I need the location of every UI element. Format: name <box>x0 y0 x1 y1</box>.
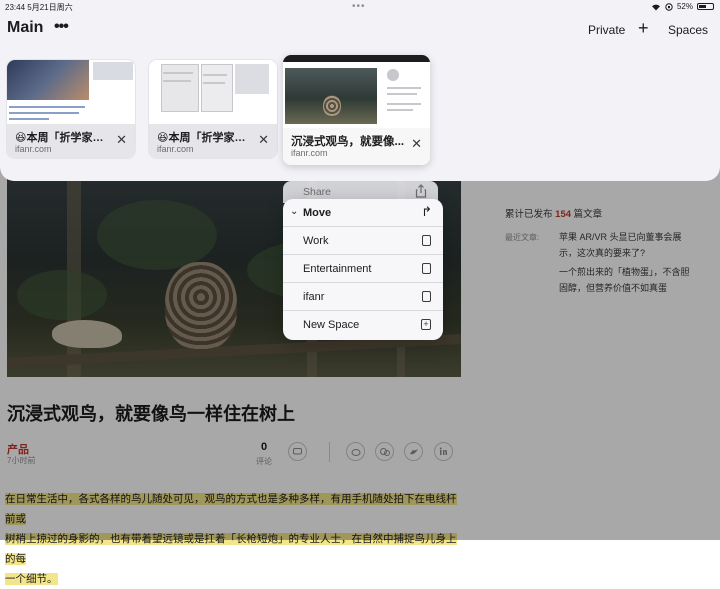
tab-thumbnail <box>7 60 135 124</box>
move-submenu: ⌄ Move ↱ Work Entertainment ifanr New Sp… <box>283 199 443 340</box>
orientation-lock-icon <box>665 2 673 11</box>
multitasking-dots-icon[interactable]: ••• <box>352 1 366 12</box>
space-option-entertainment[interactable]: Entertainment <box>283 255 443 283</box>
close-tab-icon[interactable]: ✕ <box>411 136 422 152</box>
battery-icon <box>697 3 714 10</box>
paragraph-line: 一个细节。 <box>5 573 58 585</box>
tab-card[interactable]: 😆本周「折学家」... ifanr.com ✕ <box>7 60 135 158</box>
space-option-label: Work <box>303 235 329 247</box>
chevron-down-icon: ⌄ <box>290 206 299 217</box>
tab-domain: ifanr.com <box>157 144 194 154</box>
move-label: Move <box>303 207 332 219</box>
tab-domain: ifanr.com <box>291 148 328 158</box>
tab-domain: ifanr.com <box>15 144 52 154</box>
share-label: Share <box>303 186 332 198</box>
tab-thumbnail <box>149 60 277 124</box>
tablet-icon <box>422 291 431 302</box>
wifi-icon <box>651 4 660 10</box>
battery-percent: 52% <box>676 2 693 11</box>
status-indicators: 52% <box>651 2 714 11</box>
tablet-icon <box>422 263 431 274</box>
new-tab-button[interactable]: + <box>638 18 649 39</box>
spaces-button[interactable]: Spaces <box>668 23 708 37</box>
tablet-icon <box>422 235 431 246</box>
close-tab-icon[interactable]: ✕ <box>116 132 127 148</box>
tab-card-selected[interactable]: 沉浸式观鸟，就要像... ifanr.com ✕ <box>283 55 430 165</box>
tab-title: 😆本周「折学家」... <box>157 132 253 144</box>
tab-card[interactable]: 😆本周「折学家」... ifanr.com ✕ <box>149 60 277 158</box>
tab-overview-panel: 23:44 5月21日周六 ••• 52% Main ••• Private +… <box>0 0 720 181</box>
space-option-label: Entertainment <box>303 263 372 275</box>
private-button[interactable]: Private <box>588 23 625 37</box>
tab-thumbnail <box>283 55 430 128</box>
more-options-button[interactable]: ••• <box>54 18 69 36</box>
space-option-work[interactable]: Work <box>283 227 443 255</box>
space-option-label: ifanr <box>303 291 325 303</box>
space-option-label: New Space <box>303 319 360 331</box>
space-title[interactable]: Main <box>7 19 43 37</box>
close-tab-icon[interactable]: ✕ <box>258 132 269 148</box>
space-option-ifanr[interactable]: ifanr <box>283 283 443 311</box>
move-menu-header[interactable]: ⌄ Move ↱ <box>283 199 443 227</box>
new-space-option[interactable]: New Space + <box>283 311 443 339</box>
tab-title: 沉浸式观鸟，就要像... <box>291 136 405 148</box>
share-icon <box>415 184 427 198</box>
status-time: 23:44 5月21日周六 <box>5 3 73 12</box>
move-arrow-icon: ↱ <box>421 204 432 219</box>
tab-title: 😆本周「折学家」... <box>15 132 111 144</box>
add-space-icon: + <box>421 319 431 330</box>
